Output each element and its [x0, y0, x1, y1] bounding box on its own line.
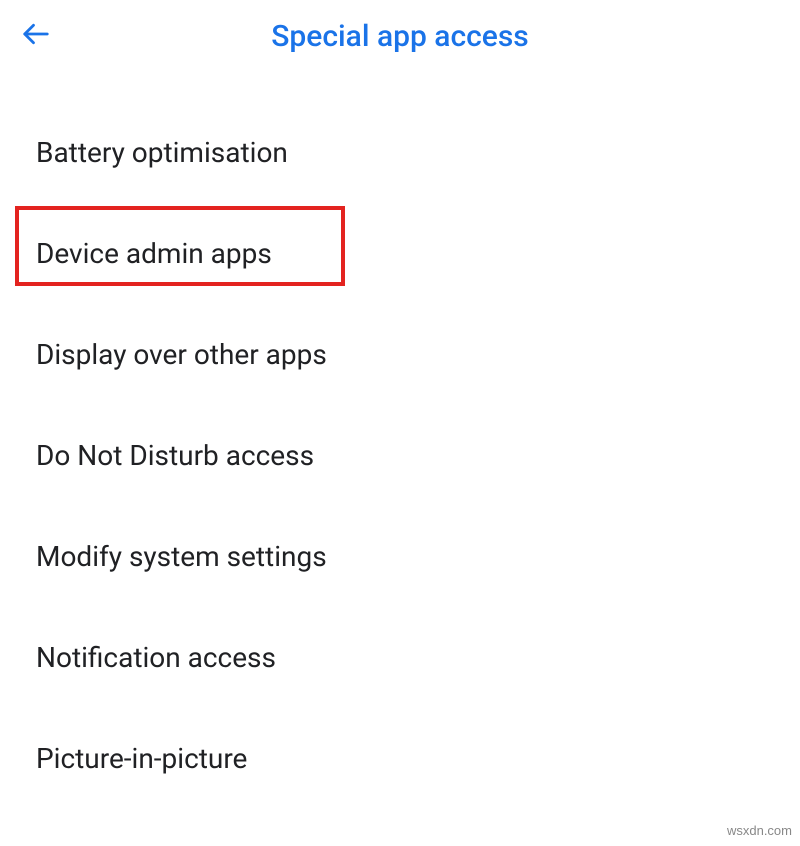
list-item-picture-in-picture[interactable]: Picture-in-picture — [0, 708, 800, 809]
watermark: wsxdn.com — [727, 823, 792, 838]
list-item-device-admin-apps[interactable]: Device admin apps — [0, 203, 800, 304]
settings-list: Battery optimisation Device admin apps D… — [0, 72, 800, 809]
list-item-label: Device admin apps — [36, 237, 272, 270]
page-title: Special app access — [271, 19, 528, 54]
list-item-label: Modify system settings — [36, 540, 327, 573]
back-button[interactable] — [12, 12, 60, 60]
list-item-notification-access[interactable]: Notification access — [0, 607, 800, 708]
list-item-label: Display over other apps — [36, 338, 327, 371]
list-item-battery-optimisation[interactable]: Battery optimisation — [0, 102, 800, 203]
list-item-do-not-disturb-access[interactable]: Do Not Disturb access — [0, 405, 800, 506]
header: Special app access — [0, 0, 800, 72]
list-item-label: Notification access — [36, 641, 276, 674]
list-item-label: Battery optimisation — [36, 136, 288, 169]
list-item-display-over-other-apps[interactable]: Display over other apps — [0, 304, 800, 405]
list-item-modify-system-settings[interactable]: Modify system settings — [0, 506, 800, 607]
list-item-label: Picture-in-picture — [36, 742, 247, 775]
list-item-label: Do Not Disturb access — [36, 439, 314, 472]
arrow-left-icon — [21, 19, 51, 53]
